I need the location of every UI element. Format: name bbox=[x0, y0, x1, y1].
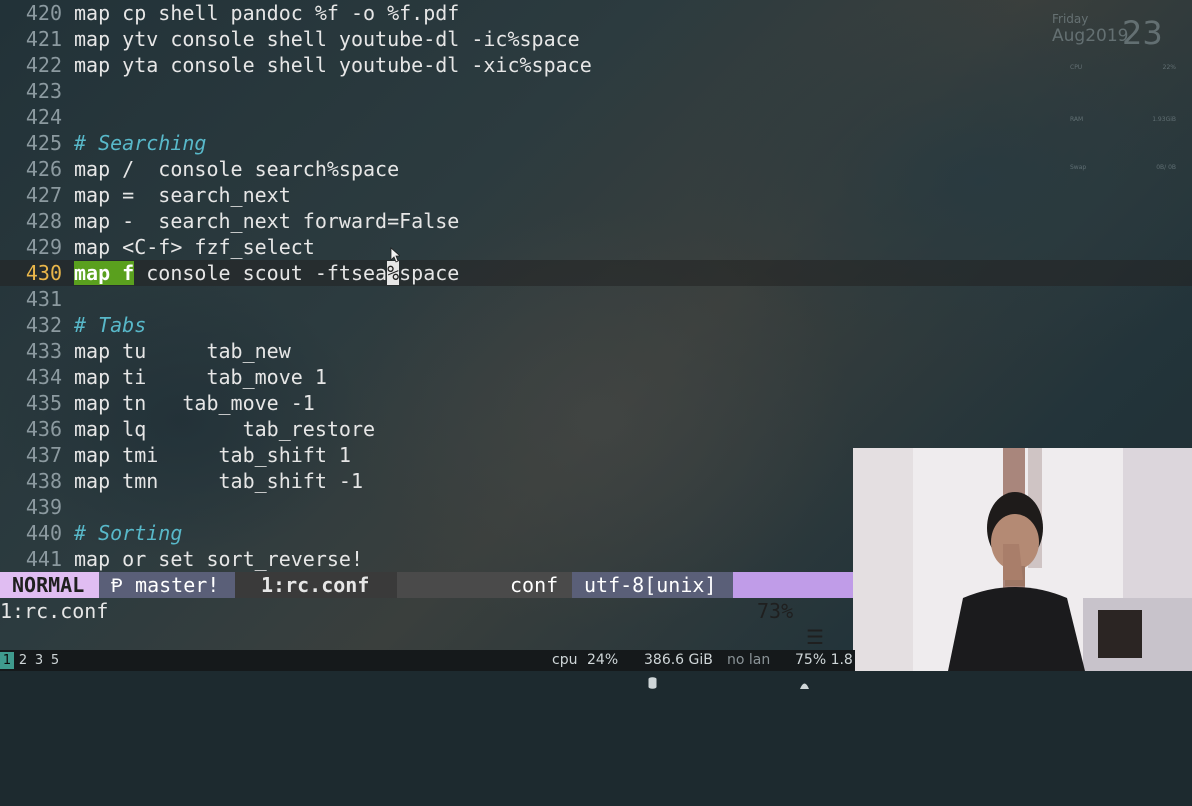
line-text: map tu tab_new bbox=[74, 339, 291, 363]
code-line: 435 map tn tab_move -1 bbox=[0, 390, 1192, 416]
mode-indicator: NORMAL bbox=[0, 572, 99, 598]
separator bbox=[235, 572, 247, 598]
current-line: 430 map f console scout -ftsea%space bbox=[0, 260, 1192, 286]
text-cursor: % bbox=[387, 261, 400, 285]
line-text: map = search_next bbox=[74, 183, 291, 207]
line-number: 420 bbox=[25, 1, 62, 25]
workspace-button[interactable]: 2 bbox=[16, 652, 30, 669]
workspace-button[interactable]: 3 bbox=[32, 652, 46, 669]
line-number: 428 bbox=[25, 209, 62, 233]
git-branch: Ᵽ master! bbox=[99, 572, 235, 598]
line-number: 429 bbox=[25, 235, 62, 259]
code-line: 432 # Tabs bbox=[0, 312, 1192, 338]
network-status: no lan bbox=[727, 652, 771, 668]
code-line: 429 map <C-f> fzf_select bbox=[0, 234, 1192, 260]
encoding-label: utf-8[unix] bbox=[584, 573, 717, 597]
code-line: 426 map / console search%space bbox=[0, 156, 1192, 182]
line-number: 426 bbox=[25, 157, 62, 181]
line-number: 436 bbox=[25, 417, 62, 441]
line-number: 431 bbox=[25, 287, 62, 311]
line-text: map - search_next forward=False bbox=[74, 209, 460, 233]
line-number: 424 bbox=[25, 105, 62, 129]
code-line: 436 map lq tab_restore bbox=[0, 416, 1192, 442]
comment-text: # Searching bbox=[74, 131, 207, 155]
line-text-segment: space bbox=[399, 261, 460, 285]
line-number: 439 bbox=[25, 495, 62, 519]
cpu-label: cpu bbox=[552, 652, 578, 668]
code-line: 424 bbox=[0, 104, 1192, 130]
mouse-pointer-icon bbox=[390, 247, 400, 263]
position-indicator: 73% ☰ 4 bbox=[733, 572, 855, 675]
code-line: 433 map tu tab_new bbox=[0, 338, 1192, 364]
lines-icon: ☰ bbox=[806, 625, 824, 649]
line-number: 421 bbox=[25, 27, 62, 51]
battery-value: 75% 1.8 bbox=[795, 652, 853, 668]
line-number: 433 bbox=[25, 339, 62, 363]
line-number: 430 bbox=[25, 261, 62, 285]
search-highlight: map f bbox=[74, 261, 135, 285]
line-text: map tmi tab_shift 1 bbox=[74, 443, 351, 467]
command-line[interactable]: 1:rc.conf bbox=[0, 598, 855, 624]
code-line: 425 # Searching bbox=[0, 130, 1192, 156]
line-number: 440 bbox=[25, 521, 62, 545]
line-text-segment: console scout -ftsea bbox=[134, 261, 388, 285]
mode-label: NORMAL bbox=[12, 573, 85, 597]
line-number: 422 bbox=[25, 53, 62, 77]
line-text: map tmn tab_shift -1 bbox=[74, 469, 363, 493]
line-text: map ytv console shell youtube-dl -ic%spa… bbox=[74, 27, 580, 51]
line-text: map yta console shell youtube-dl -xic%sp… bbox=[74, 53, 592, 77]
line-text: map tn tab_move -1 bbox=[74, 391, 315, 415]
comment-text: # Tabs bbox=[74, 313, 147, 337]
line-text: map cp shell pandoc %f -o %f.pdf bbox=[74, 1, 460, 25]
buffer-label: 1:rc.conf bbox=[261, 573, 370, 597]
filetype-label: conf bbox=[510, 573, 559, 597]
line-number: 434 bbox=[25, 365, 62, 389]
line-number: 423 bbox=[25, 79, 62, 103]
workspace-button[interactable]: 1 bbox=[0, 652, 14, 669]
line-number: 427 bbox=[25, 183, 62, 207]
cpu-value: 24% bbox=[587, 652, 619, 668]
webcam-overlay bbox=[853, 448, 1192, 671]
line-text: map lq tab_restore bbox=[74, 417, 376, 441]
workspace-button[interactable]: 5 bbox=[48, 652, 62, 669]
code-line: 423 bbox=[0, 78, 1192, 104]
line-text: map or set sort_reverse! bbox=[74, 547, 363, 571]
code-line: 420 map cp shell pandoc %f -o %f.pdf bbox=[0, 0, 1192, 26]
disk-icon bbox=[630, 654, 657, 689]
code-line: 422 map yta console shell youtube-dl -xic… bbox=[0, 52, 1192, 78]
line-number: 437 bbox=[25, 443, 62, 467]
code-line: 421 map ytv console shell youtube-dl -ic%… bbox=[0, 26, 1192, 52]
branch-label: Ᵽ master! bbox=[111, 573, 220, 597]
webcam-feed-image bbox=[853, 448, 1192, 671]
line-number: 425 bbox=[25, 131, 62, 155]
file-encoding: utf-8[unix] bbox=[572, 572, 733, 598]
code-line: 434 map ti tab_move 1 bbox=[0, 364, 1192, 390]
code-line: 427 map = search_next bbox=[0, 182, 1192, 208]
disk-value: 386.6 GiB bbox=[644, 652, 713, 668]
line-number: 435 bbox=[25, 391, 62, 415]
line-number: 438 bbox=[25, 469, 62, 493]
line-text: map f console scout -ftsea%space bbox=[74, 260, 459, 286]
code-line: 428 map - search_next forward=False bbox=[0, 208, 1192, 234]
taskbar: 1 2 3 5 cpu 24% 386.6 GiB no lan 75% 1.8 bbox=[0, 650, 855, 689]
buffer-name: 1:rc.conf bbox=[247, 572, 397, 598]
status-line: NORMAL Ᵽ master! 1:rc.conf conf utf-8[un… bbox=[0, 572, 855, 675]
comment-text: # Sorting bbox=[74, 521, 183, 545]
code-line: 431 bbox=[0, 286, 1192, 312]
line-number: 441 bbox=[25, 547, 62, 571]
filetype: conf bbox=[500, 572, 572, 598]
line-text: map / console search%space bbox=[74, 157, 400, 181]
line-text: map <C-f> fzf_select bbox=[74, 235, 315, 259]
line-text: map ti tab_move 1 bbox=[74, 365, 327, 389]
command-line-text: 1:rc.conf bbox=[0, 599, 109, 623]
line-number: 432 bbox=[25, 313, 62, 337]
battery-icon bbox=[781, 655, 809, 689]
